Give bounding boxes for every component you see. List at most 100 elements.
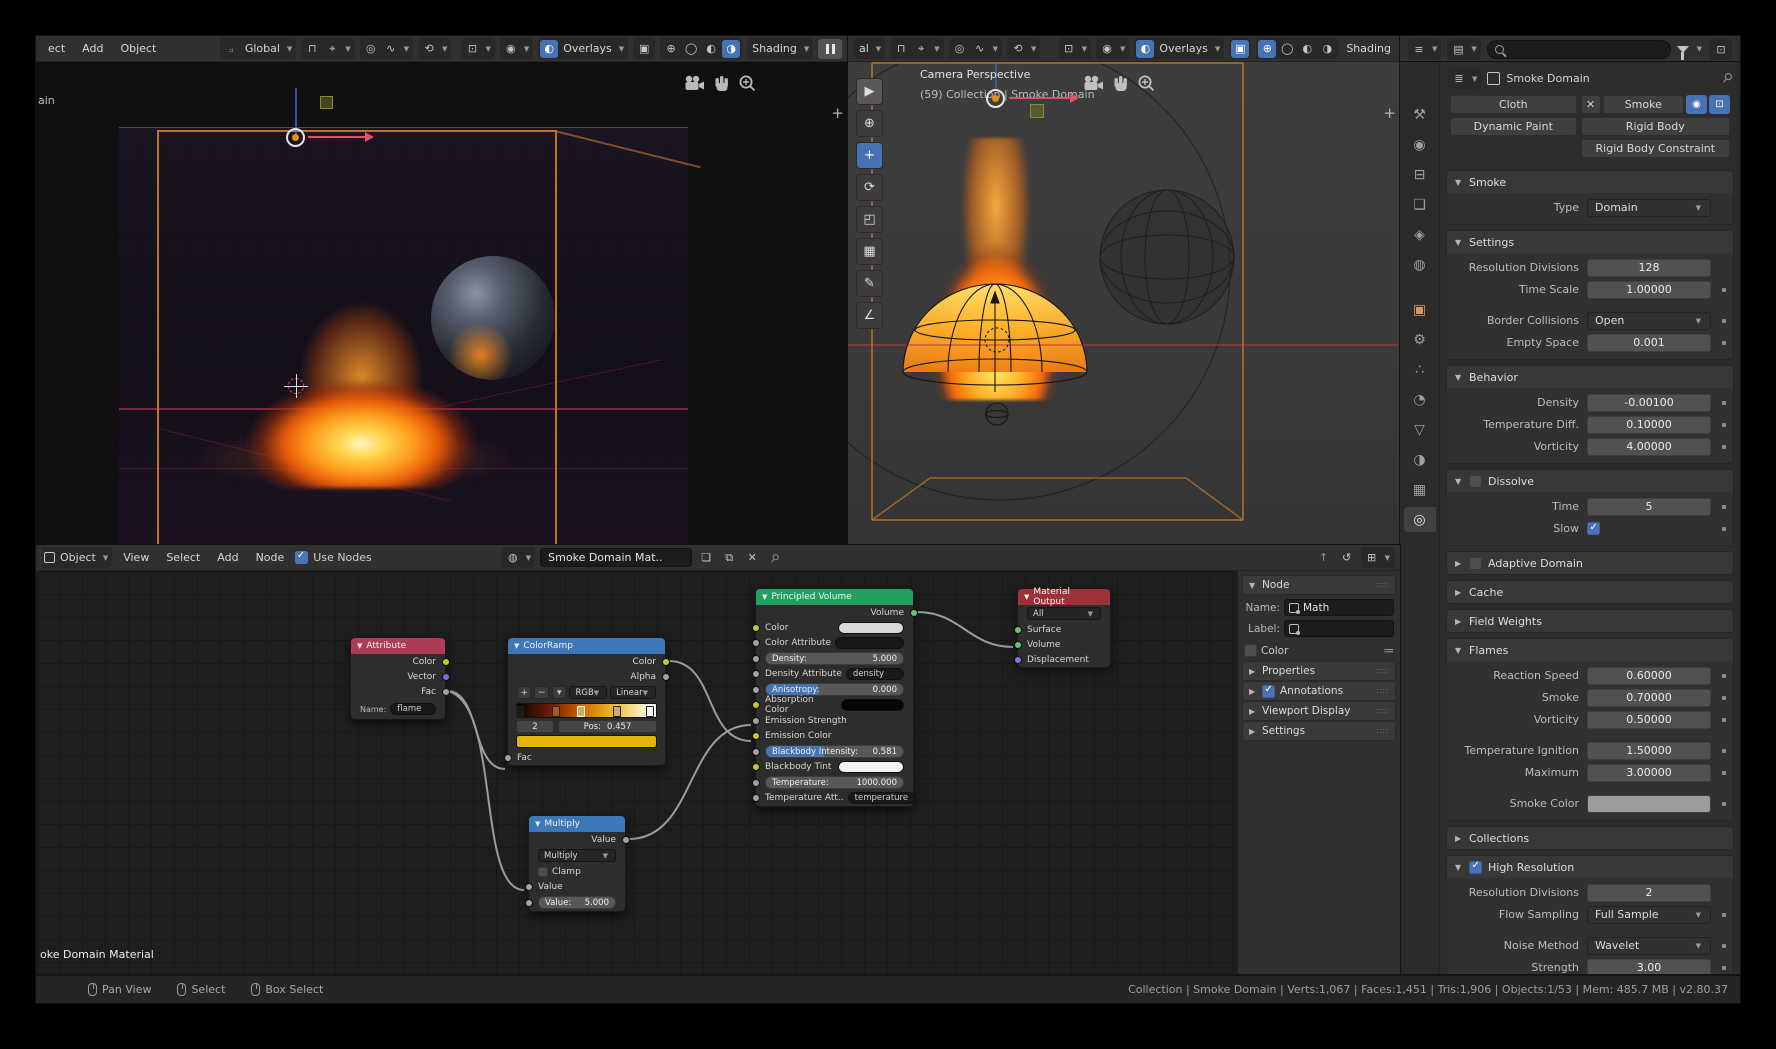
stop-color-swatch[interactable] — [516, 735, 657, 748]
attr-name-field[interactable]: flame — [390, 703, 436, 715]
stop-index-field[interactable]: 2 — [516, 720, 554, 733]
outliner-filter-mode[interactable]: ▤▼ — [1447, 39, 1480, 60]
snap-target-icon[interactable]: ⌖ — [323, 40, 341, 58]
strength-field[interactable]: 3.00 — [1587, 959, 1711, 976]
falloff-icon[interactable]: ∿ — [971, 40, 989, 58]
filter-funnel-icon[interactable] — [1677, 46, 1689, 53]
time-scale-field[interactable]: 1.00000 — [1587, 281, 1711, 299]
alpha-output-socket[interactable] — [662, 673, 670, 681]
magnet-icon[interactable]: ⊓ — [303, 40, 321, 58]
wireframe-shading-icon[interactable]: ⊕ — [1258, 40, 1276, 58]
fac-input-socket[interactable] — [504, 754, 512, 762]
value2-slider[interactable]: Value: 5.000 — [538, 896, 616, 909]
ramp-stop-1[interactable] — [552, 706, 560, 717]
density-slider[interactable]: Density:5.000 — [765, 652, 904, 665]
maximum-field[interactable]: 3.00000 — [1587, 764, 1711, 782]
smoke-color-swatch[interactable] — [1587, 795, 1711, 813]
node-name-field[interactable]: Math — [1284, 599, 1394, 616]
rigid-body-button[interactable]: Rigid Body — [1581, 117, 1730, 136]
blackbody-intensity-slider[interactable]: Blackbody Intensity:0.581 — [765, 745, 904, 758]
density-attribute-field[interactable]: density — [846, 668, 904, 680]
density-field[interactable]: -0.00100 — [1587, 394, 1711, 412]
type-dropdown[interactable]: Domain▼ — [1587, 199, 1711, 217]
animate-dot-icon[interactable] — [1722, 401, 1726, 405]
falloff-icon[interactable]: ∿ — [382, 40, 400, 58]
pivot-dropdown-right[interactable]: ⊡▼ — [1058, 38, 1091, 59]
unlink-material-icon[interactable]: ✕ — [743, 549, 761, 567]
gizmo-toggle-right[interactable]: ▣ — [1229, 38, 1251, 59]
viewport-left-canvas[interactable]: ain + — [36, 62, 848, 545]
tab-object[interactable]: ▣ — [1404, 297, 1436, 322]
material-name-field[interactable]: Smoke Domain Mat.. — [540, 548, 692, 567]
blackbody-tint-input-socket[interactable] — [752, 763, 760, 771]
panel-header-settings[interactable]: ▼Settings — [1447, 231, 1733, 253]
animate-dot-icon[interactable] — [1722, 341, 1726, 345]
sidebar-expand-right-vp[interactable]: + — [1383, 104, 1396, 122]
clamp-checkbox[interactable] — [538, 867, 548, 877]
viewport-visibility-icon[interactable]: ⊡ — [1709, 95, 1730, 114]
absorption-color-input-socket[interactable] — [752, 701, 760, 709]
viewport-right-canvas[interactable]: Camera Perspective (59) Collection | Smo… — [848, 62, 1400, 545]
tab-particles[interactable]: ∴ — [1404, 357, 1436, 382]
emitter-axis-arrow[interactable] — [308, 136, 366, 138]
pivot-dropdown[interactable]: ⊡▼ — [461, 38, 494, 59]
camera-icon[interactable] — [1082, 75, 1105, 92]
animate-dot-icon[interactable] — [1722, 445, 1726, 449]
emission-color-input-socket[interactable] — [752, 732, 760, 740]
node-principled-volume[interactable]: ▼Principled Volume Volume ColorColor Att… — [755, 588, 914, 807]
output-target-dropdown[interactable]: All▼ — [1027, 607, 1101, 620]
remove-smoke-icon[interactable]: ✕ — [1581, 95, 1601, 114]
ramp-stop-2[interactable] — [577, 706, 585, 717]
animate-dot-icon[interactable] — [1722, 749, 1726, 753]
visibility-dropdown-right[interactable]: ◉▼ — [1096, 38, 1129, 59]
orientation-dropdown-right[interactable]: al▼ — [854, 38, 885, 59]
temperature-ignition-field[interactable]: 1.50000 — [1587, 742, 1711, 760]
color-presets-icon[interactable]: ≔ — [1384, 645, 1395, 657]
rendered-shading-icon[interactable]: ◑ — [1318, 40, 1336, 58]
animate-dot-icon[interactable] — [1722, 913, 1726, 917]
shading-dropdown[interactable]: Shading▼ — [747, 38, 813, 59]
slow-checkbox[interactable] — [1587, 522, 1600, 535]
duplicate-material-icon[interactable]: ⧉ — [720, 549, 738, 567]
pivot-icon[interactable]: ⟲ — [1009, 40, 1027, 58]
tab-scene[interactable]: ◈ — [1404, 222, 1436, 247]
volume-output-socket[interactable] — [910, 609, 918, 617]
rendered-shading-icon[interactable]: ◑ — [722, 40, 740, 58]
menu-select[interactable]: Select — [160, 549, 206, 566]
color-attribute-input-socket[interactable] — [752, 639, 760, 647]
temperature-att-input-socket[interactable] — [752, 794, 760, 802]
panel-header-smoke[interactable]: ▼Smoke — [1447, 171, 1733, 193]
panel-header-behavior[interactable]: ▼Behavior — [1447, 366, 1733, 388]
flow-emitter-gizmo[interactable] — [286, 128, 305, 147]
wireframe-shading-icon[interactable]: ⊕ — [662, 40, 680, 58]
rotate-tool[interactable]: ⟳ — [856, 174, 883, 201]
zoom-icon[interactable] — [1137, 74, 1155, 92]
tab-physics[interactable]: ◎ — [1404, 507, 1436, 532]
time-field[interactable]: 5 — [1587, 498, 1711, 516]
emission-strength-input-socket[interactable] — [752, 717, 760, 725]
measure-tool[interactable]: ∠ — [856, 302, 883, 329]
color-swatch[interactable] — [838, 622, 904, 634]
color-attribute-field[interactable] — [835, 637, 904, 649]
menu-view[interactable]: View — [117, 549, 155, 566]
menu-object[interactable]: Object — [114, 40, 162, 57]
reaction-speed-field[interactable]: 0.60000 — [1587, 667, 1711, 685]
color-output-socket[interactable] — [662, 658, 670, 666]
material-shading-icon[interactable]: ◐ — [702, 40, 720, 58]
color-input-socket[interactable] — [752, 624, 760, 632]
sidebar-expand-left-vp[interactable]: + — [831, 104, 844, 122]
panel-properties[interactable]: ▶Properties∷∷ — [1242, 661, 1396, 681]
stop-options-dropdown[interactable]: ▾ — [552, 686, 566, 699]
blackbody-intensity-input-socket[interactable] — [752, 748, 760, 756]
node-overlap-dropdown[interactable]: ⊞▼ — [1361, 547, 1394, 568]
absorption-color-swatch[interactable] — [841, 699, 904, 711]
editor-type-dropdown[interactable]: ≣▼ — [1448, 68, 1481, 89]
tab-texture[interactable]: ▦ — [1404, 477, 1436, 502]
cloth-button[interactable]: Cloth — [1450, 95, 1577, 114]
menu-add[interactable]: Add — [211, 549, 244, 566]
overlays-icon[interactable]: ◐ — [1136, 40, 1154, 58]
dynamic-paint-button[interactable]: Dynamic Paint — [1450, 117, 1577, 136]
solid-shading-icon[interactable]: ◯ — [1278, 40, 1296, 58]
panel-header-field-weights[interactable]: ▶Field Weights — [1447, 610, 1733, 632]
temperature-input-socket[interactable] — [752, 779, 760, 787]
